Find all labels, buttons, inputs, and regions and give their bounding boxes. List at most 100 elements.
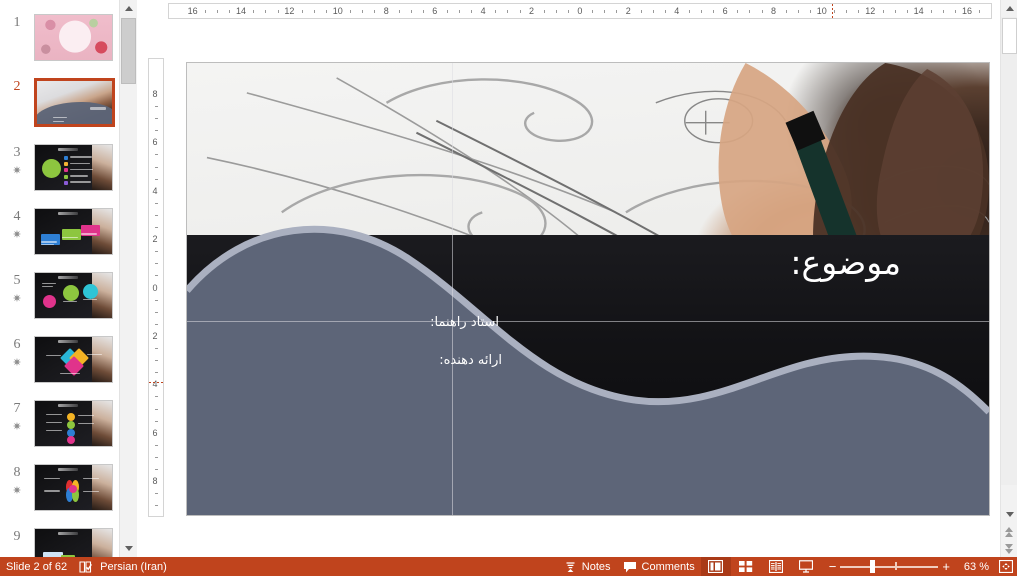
zoom-level-label[interactable]: 63 % [958, 557, 995, 576]
ruler-tick [495, 10, 497, 13]
thumbnail-item-5[interactable]: 5 ✷ [0, 272, 119, 319]
slide-subject-text[interactable]: موضوع: [790, 243, 901, 282]
slide-presenter-text[interactable]: ارائه دهنده: [439, 353, 502, 368]
slide-scroll-down-button[interactable] [1001, 506, 1017, 523]
view-button-normal[interactable] [700, 557, 731, 576]
ruler-tick [155, 493, 158, 495]
ruler-tick [943, 10, 944, 13]
chevron-down-icon [124, 546, 133, 551]
thumbnail-preview-7[interactable] [34, 400, 113, 447]
ruler-label-h: 0 [577, 6, 583, 16]
vertical-ruler[interactable]: 864202468 [148, 58, 164, 517]
view-button-slide-show[interactable] [791, 557, 821, 576]
thumbnail-scroll-down-button[interactable] [120, 540, 137, 557]
thumbnail-item-2[interactable]: 2 [0, 78, 119, 127]
thumbnail-preview-5[interactable] [34, 272, 113, 319]
ruler-tick [362, 10, 364, 13]
thumbnail-item-1[interactable]: 1 [0, 14, 119, 61]
notes-label: Notes [581, 560, 611, 573]
thumbnail-number: 8 [13, 465, 21, 480]
ruler-tick [834, 10, 836, 13]
thumbnail-preview-9[interactable] [34, 528, 113, 557]
slide-editing-area[interactable]: موضوع: استاد راهنما: ارائه دهنده: [164, 20, 995, 557]
ruler-tick [155, 396, 158, 398]
ruler-tick [713, 10, 715, 13]
ruler-tick [155, 251, 158, 253]
thumbnail-preview-8[interactable] [34, 464, 113, 511]
notes-button[interactable]: Notes [558, 557, 617, 576]
thumbnail-item-9[interactable]: 9 [0, 528, 119, 557]
thumbnail-number-col-5: 5 ✷ [0, 272, 34, 305]
slide-counter[interactable]: Slide 2 of 62 [0, 557, 73, 576]
language-indicator[interactable]: Persian (Iran) [98, 557, 173, 576]
ruler-tick [155, 106, 158, 107]
ruler-tick [155, 311, 158, 313]
ruler-tick [155, 130, 158, 132]
horizontal-ruler[interactable]: 16 14 12 10 8 6 4 2 0 2 4 6 8 10 12 14 16 [168, 3, 992, 19]
ruler-tick [446, 10, 448, 13]
current-slide[interactable]: موضوع: استاد راهنما: ارائه دهنده: [186, 62, 990, 516]
fit-to-window-button[interactable] [995, 557, 1017, 576]
previous-slide-button[interactable] [1001, 523, 1017, 540]
ruler-label-v: 8 [152, 88, 158, 99]
thumbnail-preview-3[interactable] [34, 144, 113, 191]
thumbnail-preview-2[interactable] [34, 78, 115, 127]
thumbnail-number-col-8: 8 ✷ [0, 464, 34, 497]
ruler-tick [737, 10, 739, 13]
slide-supervisor-text[interactable]: استاد راهنما: [430, 315, 499, 330]
ruler-indent-marker[interactable] [831, 4, 834, 18]
ruler-tick [882, 10, 884, 13]
thumbnail-scroll-track[interactable] [120, 17, 137, 540]
animation-star-icon: ✷ [12, 229, 22, 241]
ruler-label-h: 12 [865, 6, 876, 16]
zoom-in-button[interactable]: + [938, 560, 954, 573]
zoom-slider[interactable]: − + [821, 557, 958, 576]
fit-to-window-icon [999, 560, 1013, 573]
zoom-slider-track[interactable] [840, 557, 939, 576]
ruler-indent-marker[interactable] [149, 381, 163, 384]
thumbnail-preview-1[interactable] [34, 14, 113, 61]
ruler-tick [543, 10, 545, 13]
ruler-tick [155, 360, 158, 362]
thumbnail-item-7[interactable]: 7 ✷ [0, 400, 119, 447]
proofing-status-button[interactable] [73, 557, 98, 576]
thumbnail-number-col-9: 9 [0, 528, 34, 544]
ruler-tick [979, 10, 981, 13]
slide-scroll-up-button[interactable] [1001, 0, 1017, 17]
next-slide-button[interactable] [1001, 540, 1017, 557]
thumbnail-item-8[interactable]: 8 ✷ [0, 464, 119, 511]
view-button-reading[interactable] [761, 557, 791, 576]
zoom-slider-handle[interactable] [869, 560, 875, 573]
slide-scroll-track[interactable] [1001, 17, 1017, 485]
ruler-tick [313, 10, 315, 13]
ruler-tick [616, 10, 618, 13]
ruler-label-h: 8 [383, 6, 389, 16]
ruler-tick [155, 444, 158, 446]
status-bar: Slide 2 of 62 Persian (Iran) Notes Comme… [0, 557, 1017, 576]
view-button-slide-sorter[interactable] [731, 557, 761, 576]
ruler-tick [217, 10, 218, 13]
comments-button[interactable]: Comments [617, 557, 701, 576]
slide-area-scrollbar[interactable] [1000, 0, 1017, 557]
slide-thumbnail-pane[interactable]: 1 2 3 ✷ 4 ✷ 5 ✷ 6 ✷ 7 ✷ 8 ✷ 9 [0, 0, 119, 557]
thumbnail-number-col-7: 7 ✷ [0, 400, 34, 433]
ruler-tick [604, 10, 606, 13]
thumbnail-item-6[interactable]: 6 ✷ [0, 336, 119, 383]
ruler-tick [785, 10, 787, 13]
vertical-guide-line [451, 63, 453, 515]
thumbnail-number: 2 [13, 79, 21, 94]
thumbnail-preview-4[interactable] [34, 208, 113, 255]
thumbnail-preview-6[interactable] [34, 336, 113, 383]
ruler-tick [155, 154, 158, 156]
thumbnail-item-3[interactable]: 3 ✷ [0, 144, 119, 191]
zoom-out-button[interactable]: − [825, 560, 841, 573]
ruler-tick [640, 10, 642, 13]
slide-scroll-thumb[interactable] [1002, 18, 1017, 54]
thumbnail-pane-scrollbar[interactable] [119, 0, 137, 557]
thumbnail-item-4[interactable]: 4 ✷ [0, 208, 119, 255]
thumbnail-scroll-up-button[interactable] [120, 0, 137, 17]
ruler-tick [749, 10, 751, 13]
ruler-tick [459, 10, 460, 13]
ruler-label-v: 2 [152, 330, 158, 341]
thumbnail-scroll-thumb[interactable] [121, 18, 136, 84]
